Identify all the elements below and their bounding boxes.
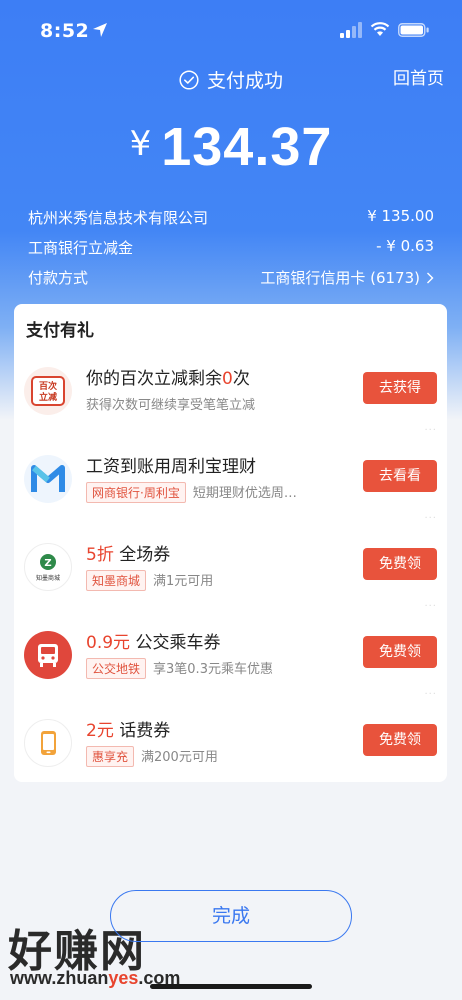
item-subtitle: 知墨商城 满1元可用 [86,570,213,591]
claim-free-button[interactable]: 免费领 [363,724,437,756]
get-more-button[interactable]: 去获得 [363,372,437,404]
cellular-signal-icon [340,22,362,38]
title-suffix: 全场券 [113,545,171,565]
svg-text:知墨商城: 知墨商城 [36,574,60,582]
back-to-home-link[interactable]: 回首页 [393,64,444,89]
original-price: ¥ 135.00 [367,207,434,225]
more-dots-icon[interactable]: ··· [424,513,437,524]
payment-method-value[interactable]: 工商银行信用卡 (6173) [260,267,434,288]
item-subtitle-text: 满200元可用 [141,750,218,765]
home-indicator[interactable] [150,984,312,989]
item-title: 你的百次立减剩余0次 [86,364,250,389]
more-dots-icon[interactable]: ··· [424,689,437,700]
zhimo-mall-logo-icon: Z 知墨商城 [24,543,72,591]
claim-free-button[interactable]: 免费领 [363,548,437,580]
title-highlight: 2元 [86,721,114,741]
payment-method-label: 付款方式 [28,269,89,287]
mybank-logo-icon [24,455,72,503]
list-item: 百次 立减 你的百次立减剩余0次 获得次数可继续享受笔笔立减 去获得 ··· [14,352,447,440]
location-arrow-icon [93,23,107,37]
instant-discount-icon: 百次 立减 [24,367,72,415]
item-tag: 知墨商城 [86,570,147,591]
wifi-icon [370,22,390,36]
status-bar: 8:52 [0,0,462,60]
merchant-name: 杭州米秀信息技术有限公司 [28,209,209,227]
list-item: 2元 话费券 惠享充 满200元可用 免费领 [14,704,447,792]
svg-text:Z: Z [44,558,51,569]
item-tag: 公交地铁 [86,658,147,679]
battery-icon [398,23,429,37]
amount-value: 134.37 [161,117,333,177]
payment-method-text: 工商银行信用卡 (6173) [260,269,420,287]
item-title: 0.9元 公交乘车券 [86,628,220,653]
list-item: 工资到账用周利宝理财 网商银行·周利宝 短期理财优选周… 去看看 ··· [14,440,447,528]
payment-amount: ¥134.37 [0,116,462,178]
more-dots-icon[interactable]: ··· [424,601,437,612]
item-subtitle: 公交地铁 享3笔0.3元乘车优惠 [86,658,273,679]
title-prefix: 你的百次立减剩余 [86,369,222,389]
title-suffix: 次 [232,369,250,389]
item-tag: 惠享充 [86,746,135,767]
check-circle-icon [179,70,199,90]
list-item: 0.9元 公交乘车券 公交地铁 享3笔0.3元乘车优惠 免费领 ··· [14,616,447,704]
card-title: 支付有礼 [26,321,94,341]
chevron-right-icon [427,272,434,284]
phone-icon [24,719,72,767]
item-subtitle-text: 短期理财优选周… [192,486,297,501]
payment-method-row[interactable]: 付款方式 工商银行信用卡 (6173) [28,267,434,289]
status-time: 8:52 [40,20,90,42]
title-highlight: 0 [222,369,233,389]
watermark-url-highlight: yes [108,968,139,988]
merchant-row: 杭州米秀信息技术有限公司 ¥ 135.00 [28,207,434,229]
item-subtitle-text: 满1元可用 [153,574,214,589]
svg-text:百次: 百次 [39,380,57,392]
claim-free-button[interactable]: 免费领 [363,636,437,668]
svg-text:立减: 立减 [39,391,57,403]
currency-symbol: ¥ [129,124,152,164]
view-button[interactable]: 去看看 [363,460,437,492]
item-title: 2元 话费券 [86,716,170,741]
watermark-url-prefix: www.zhuan [10,968,109,988]
item-title: 工资到账用周利宝理财 [86,457,256,477]
bus-icon [24,631,72,679]
discount-row: 工商银行立减金 - ¥ 0.63 [28,237,434,259]
more-dots-icon[interactable]: ··· [424,425,437,436]
item-subtitle: 惠享充 满200元可用 [86,746,218,767]
done-button[interactable]: 完成 [110,890,352,942]
item-subtitle: 获得次数可继续享受笔笔立减 [86,398,256,413]
item-tag: 网商银行·周利宝 [86,482,186,503]
discount-label: 工商银行立减金 [28,239,134,257]
payment-success-label: 支付成功 [206,70,283,92]
payment-gifts-card: 支付有礼 百次 立减 你的百次立减剩余0次 获得次数可继续享受笔笔立减 去获得 … [14,304,447,782]
title-highlight: 0.9元 [86,633,131,653]
item-title: 5折 全场券 [86,540,170,565]
list-item: Z 知墨商城 5折 全场券 知墨商城 满1元可用 免费领 ··· [14,528,447,616]
discount-value: - ¥ 0.63 [376,237,434,255]
item-subtitle: 网商银行·周利宝 短期理财优选周… [86,482,297,503]
title-suffix: 公交乘车券 [130,633,221,653]
title-suffix: 话费券 [113,721,171,741]
title-highlight: 5折 [86,545,114,565]
item-subtitle-text: 享3笔0.3元乘车优惠 [153,662,273,677]
